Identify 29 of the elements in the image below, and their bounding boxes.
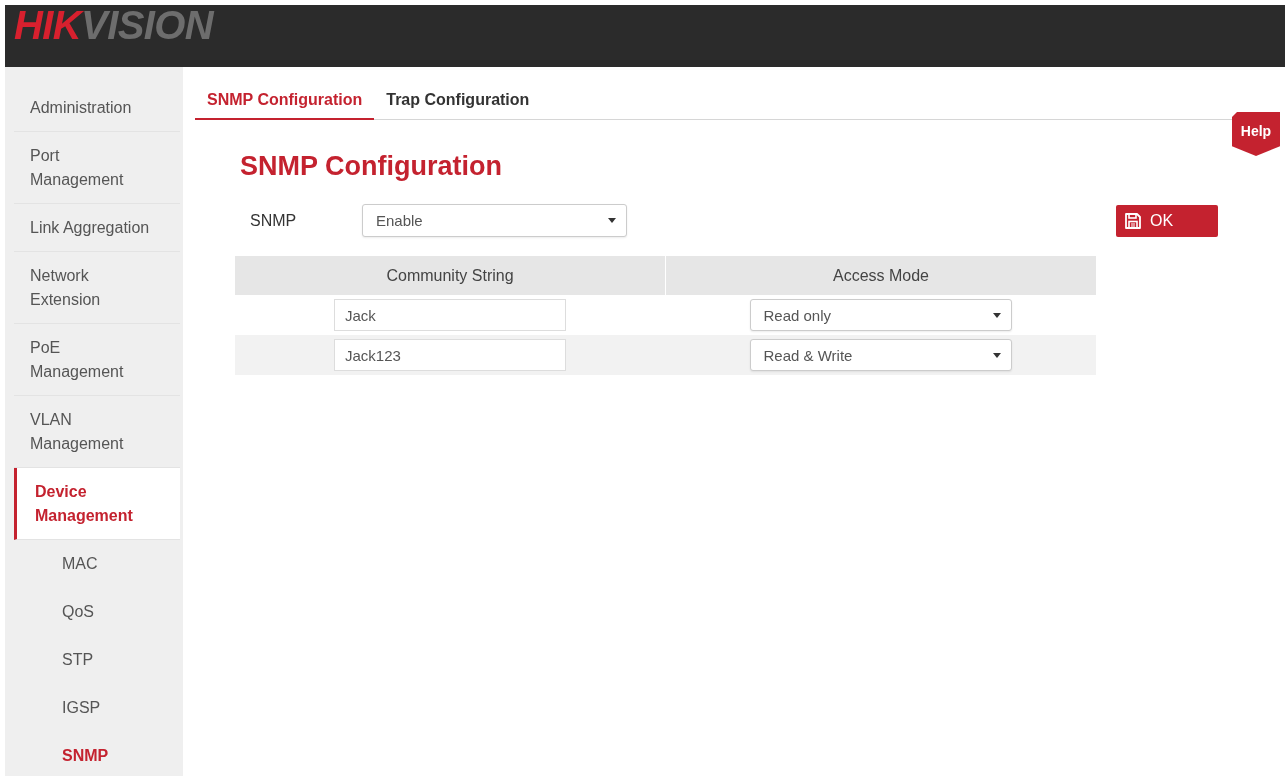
sidebar-subitem[interactable]: STP — [14, 636, 180, 684]
sidebar-item[interactable]: Link Aggregation — [14, 204, 180, 252]
access-mode-select[interactable]: Read only — [749, 299, 1012, 331]
ok-button[interactable]: OK — [1116, 204, 1218, 237]
save-icon — [1125, 212, 1141, 229]
snmp-select[interactable]: Enable — [362, 204, 627, 237]
tab[interactable]: Trap Configuration — [374, 82, 542, 120]
sidebar-item[interactable]: PoE Management — [14, 324, 180, 396]
page-title: SNMP Configuration — [240, 150, 503, 183]
logo: HIKVISION — [14, 6, 214, 44]
caret-icon — [992, 352, 1001, 358]
community-string-field[interactable]: Jack — [334, 299, 566, 331]
sidebar-item[interactable]: Port Management — [14, 132, 180, 204]
sidebar-subitem[interactable]: IGSP — [14, 684, 180, 732]
community-string-field[interactable]: Jack123 — [334, 339, 566, 371]
field-label: SNMP — [250, 211, 298, 230]
access-mode-select[interactable]: Read & Write — [749, 339, 1012, 371]
caret-icon — [992, 312, 1001, 318]
sidebar-subitem[interactable]: MAC — [14, 540, 180, 588]
tab[interactable]: SNMP Configuration — [195, 82, 375, 120]
sidebar-subitem[interactable]: QoS — [14, 588, 180, 636]
caret-icon — [608, 218, 616, 223]
column-header: Community String — [235, 256, 665, 295]
sidebar-item[interactable]: Device Management — [14, 468, 180, 540]
column-header: Access Mode — [665, 256, 1096, 295]
sidebar-subitem[interactable]: SNMP — [14, 732, 180, 776]
sidebar-item[interactable]: Network Extension — [14, 252, 180, 324]
sidebar-item[interactable]: Administration — [14, 84, 180, 132]
help-button[interactable]: Help — [1232, 112, 1280, 156]
